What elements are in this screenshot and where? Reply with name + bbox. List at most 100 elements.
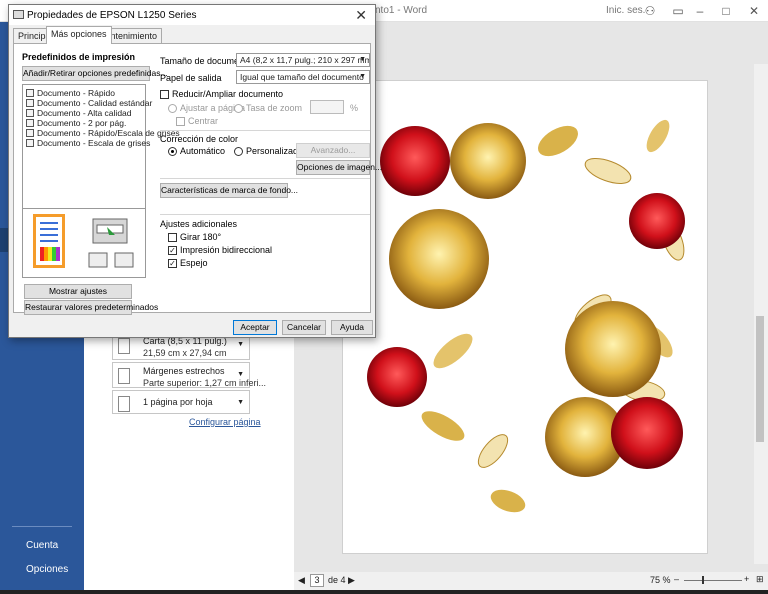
tab-mas-opciones[interactable]: Más opciones	[46, 26, 112, 44]
people-icon[interactable]: ⚇	[642, 3, 658, 19]
list-item[interactable]: Documento - Escala de grises	[26, 138, 150, 148]
document-size-select[interactable]: A4 (8,2 x 11,7 pulg.; 210 x 297 mm) ▼	[236, 53, 370, 67]
preview-illustration	[33, 214, 134, 268]
page-icon	[118, 338, 130, 354]
color-correction-label: Corrección de color	[160, 134, 239, 144]
output-paper-select[interactable]: Igual que tamaño del documento ▼	[236, 70, 370, 84]
margins-icon	[118, 368, 130, 384]
advanced-button[interactable]: Avanzado...	[296, 143, 370, 158]
roses	[367, 123, 685, 477]
image-options-button[interactable]: Opciones de imagen...	[296, 160, 382, 175]
restore-defaults-button[interactable]: Restaurar valores predeterminados	[24, 300, 158, 315]
chevron-down-icon: ▼	[359, 73, 366, 80]
mirror-checkbox[interactable]: ✓	[168, 259, 177, 268]
setting-line2: 21,59 cm x 27,94 cm	[143, 348, 227, 358]
setting-line1: 1 página por hoja	[143, 397, 213, 407]
document-icon	[26, 129, 34, 137]
zoom-rate-input[interactable]	[310, 100, 344, 114]
bidirectional-label: Impresión bidireccional	[180, 245, 273, 255]
zoom-out-icon[interactable]: –	[674, 574, 679, 584]
show-settings-button[interactable]: Mostrar ajustes	[24, 284, 132, 299]
of-pages-label: de 4	[328, 575, 346, 585]
zoom-slider[interactable]	[684, 580, 742, 581]
status-bar: ◀ de 4 ▶ 75 % – + ⊞	[294, 572, 768, 590]
custom-color-radio[interactable]	[234, 147, 243, 156]
rotate-180-label: Girar 180°	[180, 232, 222, 242]
add-remove-presets-button[interactable]: Añadir/Retirar opciones predefinidas...	[22, 66, 168, 81]
reduce-enlarge-checkbox[interactable]	[160, 90, 169, 99]
center-label: Centrar	[188, 116, 219, 126]
auto-color-radio[interactable]	[168, 147, 177, 156]
margins-setting[interactable]: Márgenes estrechos Parte superior: 1,27 …	[112, 362, 266, 388]
divider	[160, 130, 370, 131]
chevron-down-icon: ▼	[237, 399, 244, 406]
two-up-icon	[26, 119, 34, 127]
chevron-down-icon: ▼	[237, 371, 244, 378]
previous-page-icon[interactable]: ◀	[298, 575, 305, 586]
dialog-title: Propiedades de EPSON L1250 Series	[27, 10, 197, 21]
printer-icon	[13, 10, 24, 19]
custom-color-label: Personalizado	[246, 146, 304, 156]
list-item[interactable]: Documento - Alta calidad	[26, 108, 132, 118]
zoom-in-icon[interactable]: +	[744, 574, 749, 584]
backstage-account[interactable]: Cuenta	[26, 540, 58, 551]
zoom-slider-thumb[interactable]	[702, 576, 704, 584]
maximize-icon[interactable]: □	[718, 3, 734, 19]
document-icon	[26, 109, 34, 117]
minimize-icon[interactable]: –	[692, 3, 708, 19]
divider	[160, 178, 370, 179]
center-checkbox[interactable]	[176, 117, 185, 126]
taskbar-edge	[0, 590, 768, 594]
setting-line1: Márgenes estrechos	[143, 366, 225, 376]
page-icon	[118, 396, 130, 412]
pages-per-sheet-setting[interactable]: 1 página por hoja ▼	[112, 390, 250, 414]
help-button[interactable]: Ayuda	[331, 320, 373, 335]
settings-preview	[22, 208, 146, 278]
word-window-title: nto1 - Word	[375, 5, 428, 16]
vertical-scrollbar[interactable]	[754, 64, 768, 564]
scrollbar-thumb[interactable]	[756, 316, 764, 442]
chevron-down-icon: ▼	[237, 341, 244, 348]
auto-color-label: Automático	[180, 146, 226, 156]
zoom-rate-radio[interactable]	[234, 104, 243, 113]
list-item[interactable]: Documento - Rápido/Escala de grises	[26, 128, 180, 138]
next-page-icon[interactable]: ▶	[348, 575, 355, 586]
backstage-options[interactable]: Opciones	[26, 564, 68, 575]
reduce-enlarge-label: Reducir/Ampliar documento	[172, 89, 284, 99]
fit-page-radio[interactable]	[168, 104, 177, 113]
page-number-input[interactable]: 3	[310, 574, 324, 587]
bidirectional-checkbox[interactable]: ✓	[168, 246, 177, 255]
presets-list[interactable]: Documento - Rápido Documento - Calidad e…	[22, 84, 180, 210]
document-icon	[26, 99, 34, 107]
dialog-close-button[interactable]: ✕	[355, 7, 367, 24]
list-item[interactable]: Documento - 2 por pág.	[26, 118, 126, 128]
dialog-titlebar: Propiedades de EPSON L1250 Series ✕	[9, 5, 375, 25]
ribbon-options-icon[interactable]: ▭	[670, 3, 686, 19]
rose-frame-illustration	[367, 119, 685, 513]
divider	[160, 214, 370, 215]
configure-page-link[interactable]: Configurar página	[189, 417, 261, 427]
list-item[interactable]: Documento - Rápido	[26, 88, 115, 98]
printer-properties-dialog: Propiedades de EPSON L1250 Series ✕ Prin…	[8, 4, 382, 338]
document-icon	[26, 139, 34, 147]
preview-page	[342, 80, 708, 554]
cancel-button[interactable]: Cancelar	[282, 320, 326, 335]
percent-label: %	[350, 103, 359, 113]
tab-panel: Predefinidos de impresión Añadir/Retirar…	[13, 43, 382, 315]
fit-page-icon[interactable]: ⊞	[756, 574, 764, 585]
setting-line2: Parte superior: 1,27 cm inferi...	[143, 378, 267, 388]
chevron-down-icon: ▼	[359, 56, 366, 63]
list-item[interactable]: Documento - Calidad estándar	[26, 98, 152, 108]
backstage-divider	[12, 526, 72, 527]
rotate-180-checkbox[interactable]	[168, 233, 177, 242]
zoom-level[interactable]: 75 %	[650, 575, 671, 585]
presets-title: Predefinidos de impresión	[22, 52, 136, 62]
close-window-icon[interactable]: ✕	[746, 3, 762, 19]
watermark-features-button[interactable]: Características de marca de fondo...	[160, 183, 298, 198]
mirror-label: Espejo	[180, 258, 208, 268]
output-paper-label: Papel de salida	[160, 73, 222, 83]
extra-settings-label: Ajustes adicionales	[160, 219, 238, 229]
accept-button[interactable]: Aceptar	[233, 320, 277, 335]
sign-in-link[interactable]: Inic. ses.	[606, 5, 645, 16]
zoom-rate-label: Tasa de zoom	[246, 103, 303, 113]
